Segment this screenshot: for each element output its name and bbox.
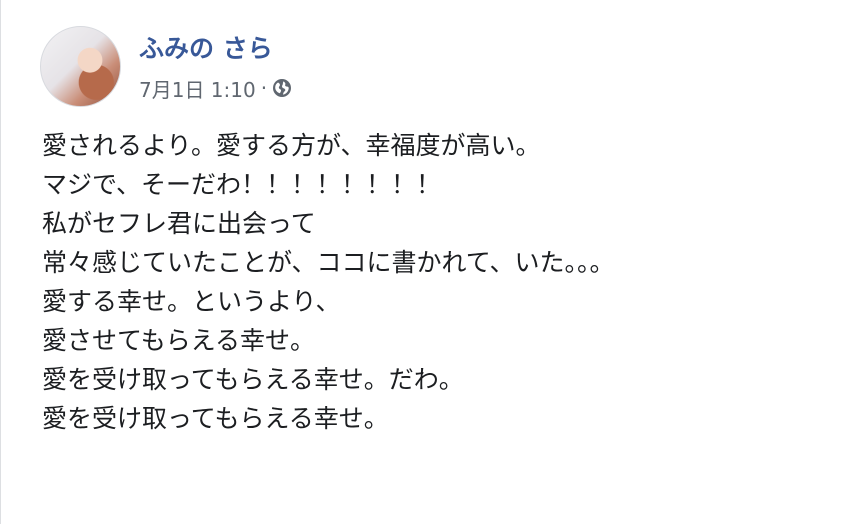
post-card: ふみの さら 7月1日 1:10 · 愛されるより。愛する方が、幸福度が高い。 … <box>0 0 846 524</box>
post-line: 愛を受け取ってもらえる幸せ。 <box>42 404 389 433</box>
post-line: 愛を受け取ってもらえる幸せ。だわ。 <box>42 365 464 394</box>
post-line: 愛する幸せ。というより、 <box>42 287 341 316</box>
post-body: 愛されるより。愛する方が、幸福度が高い。 マジで、そーだわ！！！！！！！！ 私が… <box>42 126 832 438</box>
post-line: 愛させてもらえる幸せ。 <box>42 326 316 355</box>
author-avatar[interactable] <box>40 26 121 107</box>
meta-separator: · <box>260 76 268 100</box>
post-line: マジで、そーだわ！！！！！！！！ <box>42 170 442 199</box>
post-line: 私がセフレ君に出会って <box>42 209 316 238</box>
post-meta: 7月1日 1:10 · <box>139 74 292 102</box>
globe-icon[interactable] <box>272 78 292 98</box>
author-name-link[interactable]: ふみの さら <box>139 34 273 64</box>
post-line: 愛されるより。愛する方が、幸福度が高い。 <box>42 131 541 160</box>
post-line: 常々感じていたことが、ココに書かれて、いた。。。 <box>42 248 615 277</box>
post-timestamp-link[interactable]: 7月1日 1:10 <box>139 74 256 103</box>
